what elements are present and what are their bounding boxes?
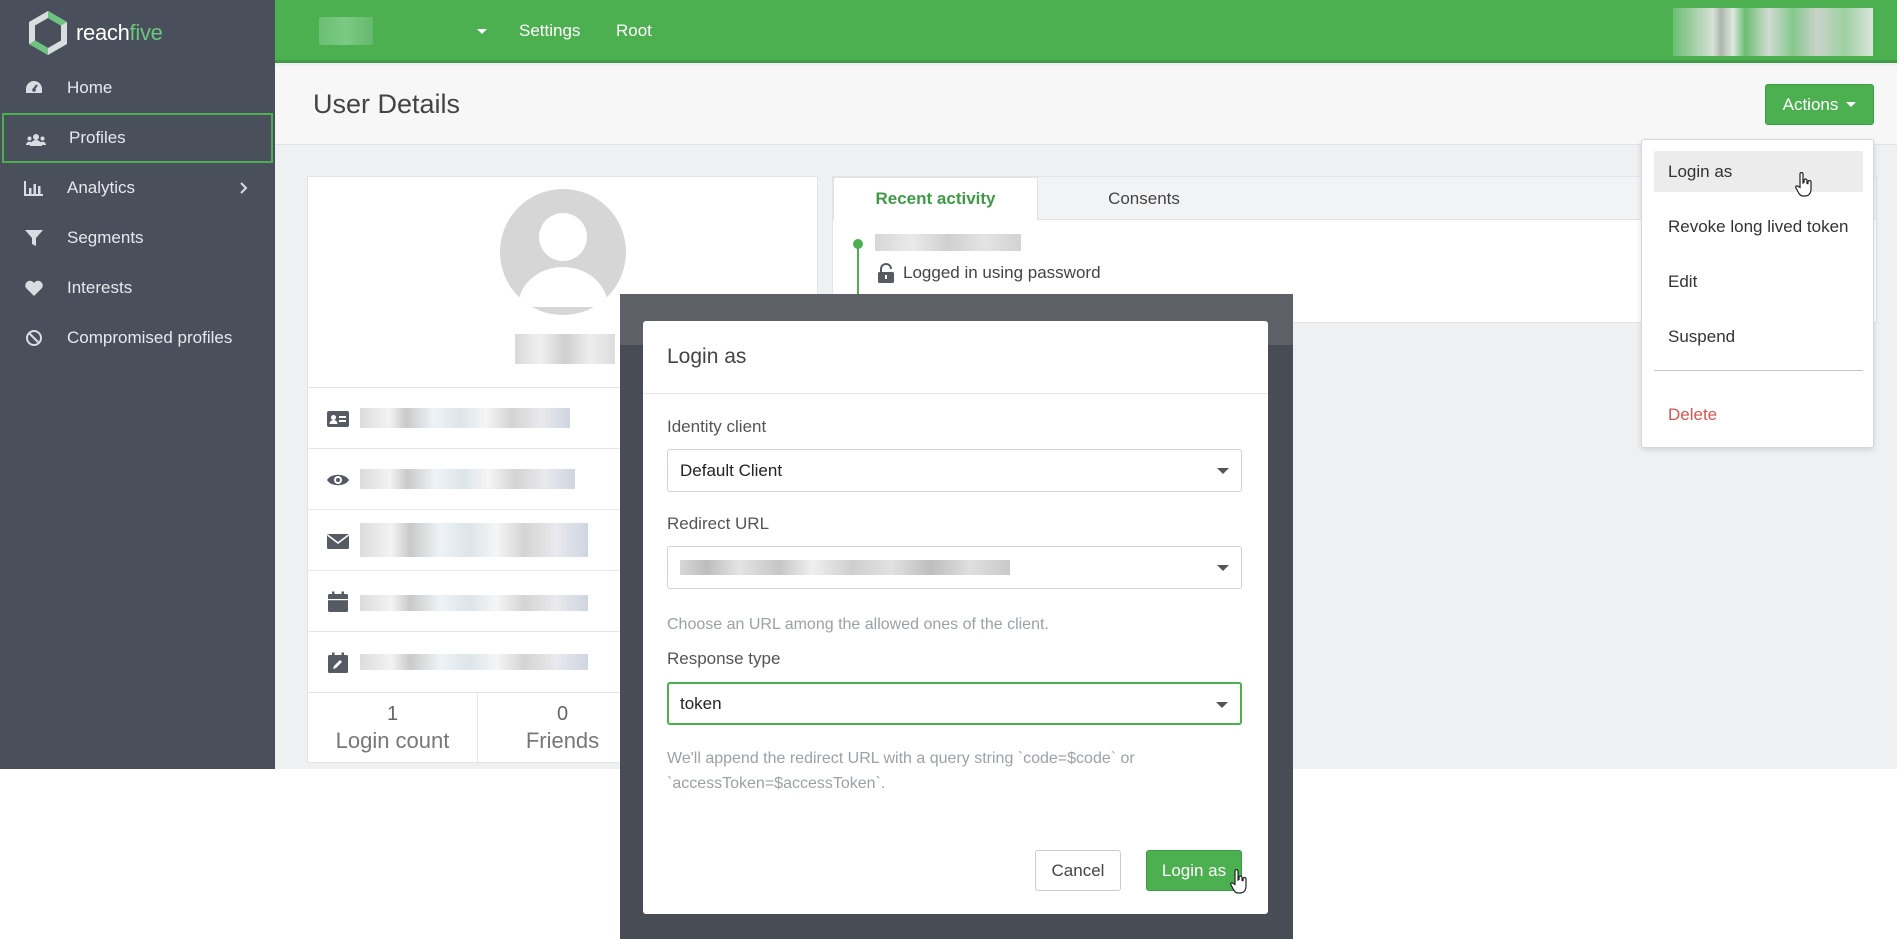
activity-entry-text: Logged in using password (903, 263, 1101, 282)
select-arrow-icon (1217, 468, 1229, 474)
page-header: User Details Actions (275, 66, 1897, 145)
sidebar-nav: Home Profiles Analytics Segments Interes… (0, 63, 275, 363)
modal-header: Login as (643, 321, 1268, 394)
sidebar-item-label: Analytics (67, 178, 136, 197)
identity-client-value: Default Client (680, 460, 783, 480)
stat-label: Login count (335, 728, 450, 753)
id-card-icon (327, 411, 349, 427)
sidebar-item-compromised-profiles[interactable]: Compromised profiles (0, 313, 275, 363)
chevron-down-icon[interactable] (477, 29, 487, 34)
filter-icon (25, 230, 43, 246)
calendar-edit-icon (328, 652, 348, 673)
response-type-select[interactable]: token (667, 682, 1242, 725)
logo-icon (29, 11, 67, 55)
menu-item-revoke-token[interactable]: Revoke long lived token (1654, 206, 1863, 247)
top-link-settings[interactable]: Settings (519, 21, 580, 41)
profile-updated-date (360, 654, 588, 670)
modal-title: Login as (667, 345, 747, 368)
select-arrow-icon (1217, 565, 1229, 571)
envelope-icon (327, 534, 349, 549)
sidebar-item-interests[interactable]: Interests (0, 263, 275, 313)
response-type-help-line: `accessToken=$accessToken`. (667, 775, 886, 792)
sidebar-item-segments[interactable]: Segments (0, 213, 275, 263)
cancel-button[interactable]: Cancel (1035, 850, 1121, 891)
brand-logo[interactable]: reachfive (24, 8, 163, 58)
eye-icon (327, 474, 349, 486)
redirect-url-label: Redirect URL (667, 514, 770, 533)
heart-icon (25, 280, 43, 296)
stat-value: 1 (386, 703, 399, 725)
actions-button[interactable]: Actions (1765, 84, 1874, 125)
user-silhouette-icon (518, 213, 608, 307)
sidebar-item-label: Segments (67, 228, 144, 247)
menu-divider (1654, 370, 1863, 371)
response-type-label: Response type (667, 649, 781, 668)
ban-icon (26, 330, 42, 346)
response-type-help: We'll append the redirect URL with a que… (667, 746, 1135, 796)
sidebar-item-label: Profiles (69, 128, 126, 147)
login-as-modal: Login as Identity client Default Client … (643, 321, 1268, 914)
actions-label: Actions (1782, 94, 1839, 114)
actions-dropdown: Login as Revoke long lived token Edit Su… (1641, 139, 1874, 448)
sidebar-item-label: Interests (67, 278, 133, 297)
top-navbar: Settings Root (275, 0, 1897, 63)
redirect-url-help: Choose an URL among the allowed ones of … (667, 616, 1049, 633)
hand-cursor-icon (1230, 869, 1247, 894)
hand-cursor-icon (1795, 172, 1812, 197)
user-menu[interactable] (1673, 8, 1873, 56)
brand-name: reachfive (76, 20, 163, 45)
sidebar-item-analytics[interactable]: Analytics (0, 163, 275, 213)
sidebar-item-label: Compromised profiles (67, 328, 233, 347)
menu-item-edit[interactable]: Edit (1654, 261, 1863, 302)
dashboard-icon (26, 81, 42, 93)
project-selector[interactable] (319, 17, 373, 45)
response-type-value: token (680, 693, 722, 713)
bar-chart-icon (24, 181, 43, 196)
login-as-submit-button[interactable]: Login as (1146, 850, 1242, 891)
identity-client-label: Identity client (667, 417, 767, 436)
menu-item-delete[interactable]: Delete (1654, 394, 1863, 435)
identity-client-select[interactable]: Default Client (667, 449, 1242, 492)
sidebar-item-home[interactable]: Home (0, 63, 275, 113)
sidebar-item-profiles[interactable]: Profiles (2, 113, 273, 163)
sidebar-item-label: Home (67, 78, 113, 97)
profile-name (515, 334, 615, 364)
activity-date (875, 234, 1021, 251)
redirect-url-select[interactable] (667, 546, 1242, 589)
avatar (500, 189, 626, 315)
top-link-root[interactable]: Root (616, 21, 652, 41)
menu-item-suspend[interactable]: Suspend (1654, 316, 1863, 357)
page-title: User Details (313, 89, 461, 119)
tab-recent-activity[interactable]: Recent activity (833, 177, 1038, 221)
menu-item-login-as[interactable]: Login as (1654, 151, 1863, 192)
users-icon (26, 134, 46, 146)
chevron-right-icon (240, 182, 248, 194)
timeline-dot (853, 239, 863, 249)
response-type-help-line: We'll append the redirect URL with a que… (667, 750, 1135, 767)
redirect-url-value (680, 560, 1010, 575)
stat-login-count: 1 Login count (308, 693, 478, 765)
calendar-icon (328, 591, 348, 612)
profile-birthdate (360, 595, 588, 611)
caret-down-icon (1846, 102, 1857, 107)
profile-email (360, 523, 588, 557)
sidebar: reachfive Home Profiles Analytics Segmen… (0, 0, 275, 769)
profile-id (360, 408, 570, 428)
unlock-icon (878, 263, 894, 283)
select-arrow-icon (1216, 702, 1228, 708)
tab-consents[interactable]: Consents (1038, 177, 1250, 221)
profile-visibility (360, 469, 575, 489)
